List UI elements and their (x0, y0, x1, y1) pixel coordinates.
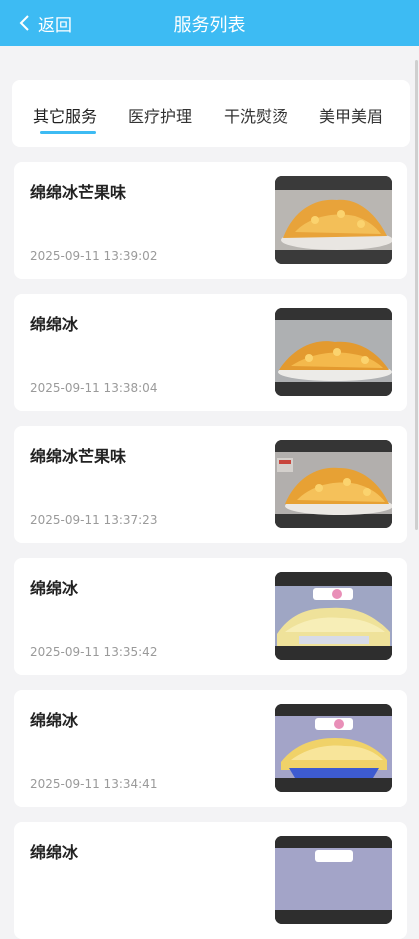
service-time: 2025-09-11 13:34:41 (30, 777, 158, 791)
tab-other-services[interactable]: 其它服务 (33, 103, 97, 127)
tab-medical-care[interactable]: 医疗护理 (128, 103, 192, 127)
list-item[interactable]: 绵绵冰芒果味 2025-09-11 13:37:23 (14, 426, 407, 543)
service-thumbnail (275, 440, 392, 528)
shaved-ice-cup-icon (275, 704, 392, 792)
scrollbar[interactable] (415, 60, 418, 530)
service-thumbnail (275, 308, 392, 396)
mango-shaved-ice-icon (275, 176, 392, 264)
service-name: 绵绵冰 (30, 843, 79, 862)
list-item[interactable]: 绵绵冰 2025-09-11 13:35:42 (14, 558, 407, 675)
service-thumbnail (275, 836, 392, 924)
mango-shaved-ice-icon (275, 440, 392, 528)
list-item[interactable]: 绵绵冰芒果味 2025-09-11 13:39:02 (14, 162, 407, 279)
mango-shaved-ice-icon (275, 308, 392, 396)
service-time: 2025-09-11 13:38:04 (30, 381, 158, 395)
shaved-ice-cup-icon (275, 836, 392, 924)
category-tabs: 其它服务 医疗护理 干洗熨烫 美甲美眉 (12, 80, 410, 147)
service-name: 绵绵冰 (30, 315, 79, 334)
service-thumbnail (275, 704, 392, 792)
service-time: 2025-09-11 13:35:42 (30, 645, 158, 659)
service-name: 绵绵冰 (30, 711, 79, 730)
service-time: 2025-09-11 13:39:02 (30, 249, 158, 263)
service-thumbnail (275, 176, 392, 264)
list-item[interactable]: 绵绵冰 2025-09-11 13:38:04 (14, 294, 407, 411)
service-name: 绵绵冰芒果味 (30, 447, 127, 466)
list-item[interactable]: 绵绵冰 (14, 822, 407, 939)
active-tab-indicator (40, 131, 96, 134)
service-time: 2025-09-11 13:37:23 (30, 513, 158, 527)
shaved-ice-cup-icon (275, 572, 392, 660)
list-item[interactable]: 绵绵冰 2025-09-11 13:34:41 (14, 690, 407, 807)
tab-nail-brow[interactable]: 美甲美眉 (319, 103, 383, 127)
service-name: 绵绵冰 (30, 579, 79, 598)
tab-dry-cleaning[interactable]: 干洗熨烫 (224, 103, 288, 127)
service-thumbnail (275, 572, 392, 660)
top-nav-bar: 返回 服务列表 (0, 0, 419, 46)
page-title: 服务列表 (173, 15, 246, 36)
service-name: 绵绵冰芒果味 (30, 183, 127, 202)
